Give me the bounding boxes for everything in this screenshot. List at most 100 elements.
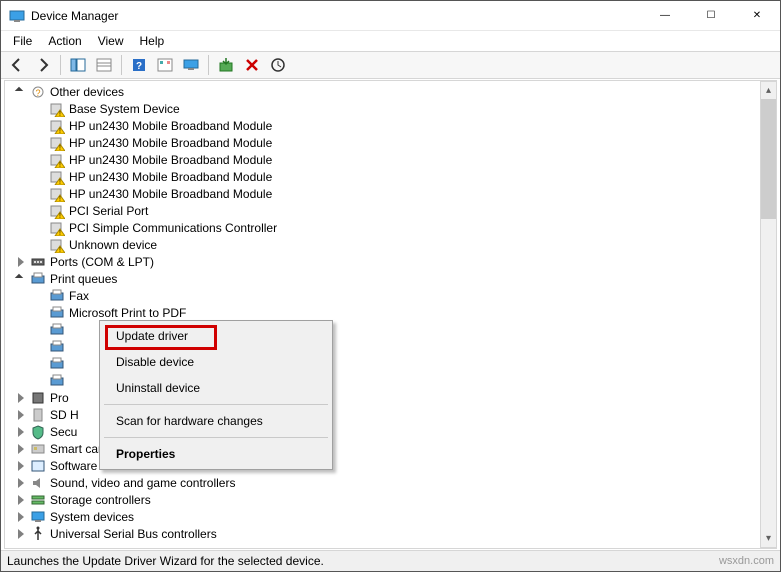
tree-label: Microsoft Print to PDF	[69, 306, 186, 320]
refresh-icon[interactable]	[153, 53, 177, 77]
tree-label: SD H	[50, 408, 79, 422]
tree-item[interactable]: !HP un2430 Mobile Broadband Module	[11, 151, 776, 168]
chevron-right-icon[interactable]	[15, 426, 27, 438]
warning-device-icon: !	[49, 152, 65, 168]
tree-label: Print queues	[50, 272, 117, 286]
svg-text:!: !	[59, 162, 61, 168]
chevron-right-icon[interactable]	[15, 392, 27, 404]
properties-pane-icon[interactable]	[92, 53, 116, 77]
chevron-down-icon[interactable]	[15, 273, 27, 285]
chevron-right-icon[interactable]	[15, 477, 27, 489]
back-icon[interactable]	[5, 53, 29, 77]
svg-text:!: !	[59, 230, 61, 236]
tree-label: Universal Serial Bus controllers	[50, 527, 217, 541]
tree-label: HP un2430 Mobile Broadband Module	[69, 170, 272, 184]
scroll-up-icon[interactable]: ▴	[761, 82, 776, 99]
tree-item[interactable]: !PCI Simple Communications Controller	[11, 219, 776, 236]
tree-item[interactable]: !HP un2430 Mobile Broadband Module	[11, 185, 776, 202]
menu-separator	[104, 404, 328, 405]
printer-icon	[49, 322, 65, 338]
tree-node-storage[interactable]: Storage controllers	[11, 491, 776, 508]
watermark: wsxdn.com	[719, 555, 774, 567]
context-scan-hardware[interactable]: Scan for hardware changes	[102, 408, 330, 434]
tree-label: HP un2430 Mobile Broadband Module	[69, 119, 272, 133]
chevron-right-icon[interactable]	[15, 511, 27, 523]
tree-label: System devices	[50, 510, 134, 524]
forward-icon[interactable]	[31, 53, 55, 77]
chevron-right-icon[interactable]	[15, 460, 27, 472]
tree-item[interactable]: Fax	[11, 287, 776, 304]
chevron-right-icon[interactable]	[15, 494, 27, 506]
warning-device-icon: !	[49, 203, 65, 219]
chevron-right-icon[interactable]	[15, 256, 27, 268]
tree-node-system[interactable]: System devices	[11, 508, 776, 525]
tree-node-ports[interactable]: Ports (COM & LPT)	[11, 253, 776, 270]
svg-text:?: ?	[35, 88, 40, 98]
close-button[interactable]: ✕	[734, 1, 780, 30]
install-legacy-icon[interactable]	[214, 53, 238, 77]
tree-item[interactable]: ! Base System Device	[11, 100, 776, 117]
svg-text:!: !	[59, 145, 61, 151]
tree-node-other-devices[interactable]: ? Other devices	[11, 83, 776, 100]
monitor-icon[interactable]	[179, 53, 203, 77]
maximize-button[interactable]: ☐	[688, 1, 734, 30]
tree-label: Unknown device	[69, 238, 157, 252]
menu-view[interactable]: View	[90, 32, 132, 50]
svg-text:!: !	[59, 179, 61, 185]
tree-item[interactable]: !PCI Serial Port	[11, 202, 776, 219]
printer-icon	[49, 305, 65, 321]
context-update-driver[interactable]: Update driver	[102, 323, 330, 349]
show-hide-tree-icon[interactable]	[66, 53, 90, 77]
tree-label: Sound, video and game controllers	[50, 476, 235, 490]
menu-separator	[104, 437, 328, 438]
system-icon	[30, 509, 46, 525]
scan-hardware-icon[interactable]	[266, 53, 290, 77]
device-tree-pane[interactable]: ? Other devices ! Base System Device ! HP …	[4, 80, 777, 549]
toolbar-separator	[121, 55, 122, 75]
chevron-right-icon[interactable]	[15, 443, 27, 455]
chevron-right-icon[interactable]	[15, 528, 27, 540]
window-title: Device Manager	[31, 9, 642, 23]
scroll-thumb[interactable]	[761, 99, 776, 219]
tree-node-print-queues[interactable]: Print queues	[11, 270, 776, 287]
processor-icon	[30, 390, 46, 406]
help-icon[interactable]: ?	[127, 53, 151, 77]
context-uninstall-device[interactable]: Uninstall device	[102, 375, 330, 401]
tree-label: Base System Device	[69, 102, 180, 116]
tree-node-sound[interactable]: Sound, video and game controllers	[11, 474, 776, 491]
tree-item[interactable]: !HP un2430 Mobile Broadband Module	[11, 134, 776, 151]
statusbar: Launches the Update Driver Wizard for th…	[1, 550, 780, 571]
warning-device-icon: !	[49, 169, 65, 185]
chevron-down-icon[interactable]	[15, 86, 27, 98]
toolbar-separator	[208, 55, 209, 75]
svg-text:!: !	[59, 196, 61, 202]
tree-item[interactable]: ! HP un2430 Mobile Broadband Module	[11, 168, 776, 185]
tree-node-usb[interactable]: Universal Serial Bus controllers	[11, 525, 776, 542]
software-device-icon	[30, 458, 46, 474]
svg-text:!: !	[59, 247, 61, 253]
tree-item[interactable]: ! HP un2430 Mobile Broadband Module	[11, 117, 776, 134]
scroll-down-icon[interactable]: ▾	[761, 530, 776, 547]
printer-icon	[49, 373, 65, 389]
print-queues-icon	[30, 271, 46, 287]
uninstall-icon[interactable]	[240, 53, 264, 77]
warning-device-icon: !	[49, 101, 65, 117]
menu-action[interactable]: Action	[40, 32, 89, 50]
other-devices-icon: ?	[30, 84, 46, 100]
tree-label: Storage controllers	[50, 493, 151, 507]
smartcard-icon	[30, 441, 46, 457]
minimize-button[interactable]: —	[642, 1, 688, 30]
menu-file[interactable]: File	[5, 32, 40, 50]
sd-host-icon	[30, 407, 46, 423]
tree-item[interactable]: Microsoft Print to PDF	[11, 304, 776, 321]
tree-item[interactable]: ! Unknown device	[11, 236, 776, 253]
vertical-scrollbar[interactable]: ▴ ▾	[760, 81, 777, 548]
chevron-right-icon[interactable]	[15, 409, 27, 421]
context-disable-device[interactable]: Disable device	[102, 349, 330, 375]
warning-device-icon: !	[49, 118, 65, 134]
tree-label: Fax	[69, 289, 89, 303]
warning-device-icon: !	[49, 186, 65, 202]
context-properties[interactable]: Properties	[102, 441, 330, 467]
menu-help[interactable]: Help	[132, 32, 173, 50]
svg-text:?: ?	[136, 61, 142, 72]
